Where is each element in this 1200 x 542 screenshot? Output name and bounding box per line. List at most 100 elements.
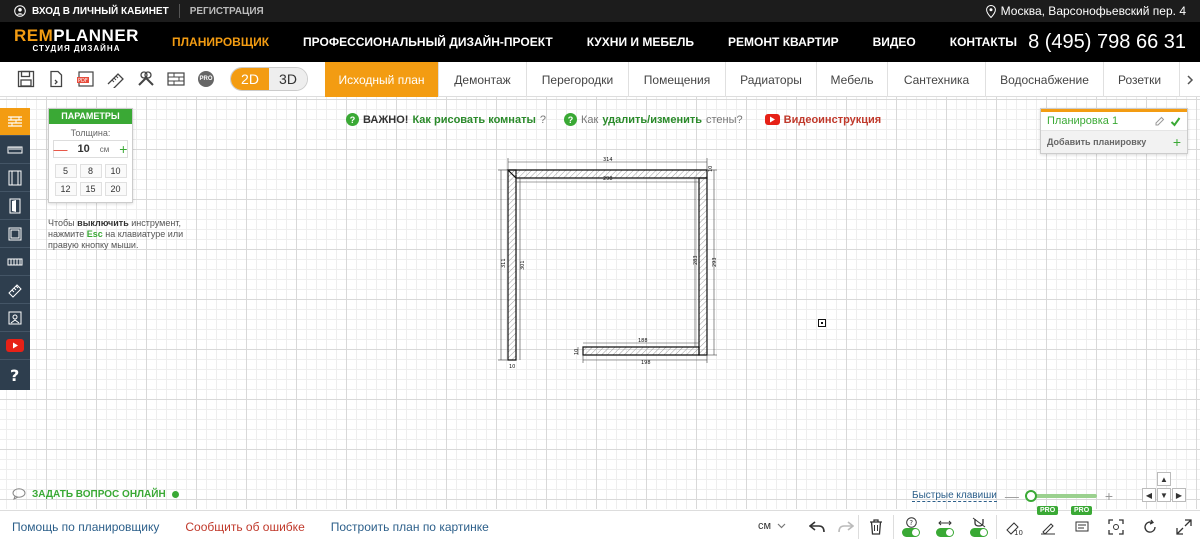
help-tool[interactable]: ?	[0, 360, 30, 390]
open-button[interactable]	[44, 67, 68, 91]
user-icon	[14, 5, 26, 17]
how-to-draw-link[interactable]: Как рисовать комнаты	[412, 114, 535, 126]
login-link[interactable]: ВХОД В ЛИЧНЫЙ КАБИНЕТ	[0, 5, 169, 17]
view-mode-toggle: 2D 3D	[230, 67, 308, 91]
partition-tool[interactable]	[0, 136, 30, 164]
thickness-decrease-button[interactable]: —	[54, 141, 68, 157]
bricks-button[interactable]	[164, 67, 188, 91]
fit-screen-button[interactable]	[1099, 512, 1133, 542]
pan-down-button[interactable]: ▼	[1157, 488, 1171, 502]
nav-item-renovation[interactable]: РЕМОНТ КВАРТИР	[728, 35, 839, 49]
delete-button[interactable]	[859, 512, 893, 542]
dimensions-toggle[interactable]	[928, 512, 962, 542]
tab-sockets[interactable]: Розетки	[1104, 62, 1180, 97]
preset-12[interactable]: 12	[54, 182, 77, 196]
zoom-slider-thumb[interactable]	[1024, 490, 1037, 502]
thickness-value[interactable]: 10	[78, 143, 90, 155]
floor-plan[interactable]: 314 298 10 311 301 283 293 188 198 10 10	[495, 150, 725, 380]
preset-20[interactable]: 20	[104, 182, 127, 196]
comment-tool[interactable]: PRO	[1065, 506, 1099, 542]
nav-item-kitchens[interactable]: КУХНИ И МЕБЕЛЬ	[587, 35, 694, 49]
ask-online-button[interactable]: ЗАДАТЬ ВОПРОС ОНЛАЙН	[12, 488, 179, 500]
pdf-icon: PDF	[77, 71, 94, 87]
nav-item-design-project[interactable]: ПРОФЕССИОНАЛЬНЫЙ ДИЗАЙН-ПРОЕКТ	[303, 35, 553, 49]
register-link[interactable]: РЕГИСТРАЦИЯ	[190, 6, 264, 17]
wall-tool[interactable]	[0, 108, 30, 136]
image-tool[interactable]	[0, 304, 30, 332]
add-layout-label: Добавить планировку	[1047, 137, 1147, 147]
snap-toggle[interactable]	[962, 512, 996, 542]
hotkeys-link[interactable]: Быстрые клавиши	[912, 490, 997, 502]
paint-tool[interactable]: PRO	[1031, 506, 1065, 542]
pan-left-button[interactable]: ◀	[1142, 488, 1156, 502]
nav-item-video[interactable]: ВИДЕО	[873, 35, 916, 49]
zoom-out-button[interactable]: —	[1005, 488, 1019, 504]
bottom-tools: ? 10 PRO PRO	[800, 506, 1200, 542]
build-from-image-link[interactable]: Построить план по картинке	[331, 520, 489, 534]
preset-10[interactable]: 10	[104, 164, 127, 178]
phone-number[interactable]: 8 (495) 798 66 31	[1028, 22, 1186, 62]
dim-left-bottom-small: 10	[509, 364, 515, 370]
zoom-slider[interactable]	[1024, 490, 1097, 502]
mode-2d-button[interactable]: 2D	[231, 68, 269, 90]
pan-right-button[interactable]: ▶	[1172, 488, 1186, 502]
pro-button[interactable]: PRO	[194, 67, 218, 91]
tab-plumbing[interactable]: Сантехника	[888, 62, 986, 97]
nav-item-contacts[interactable]: КОНТАКТЫ	[950, 35, 1017, 49]
redo-button[interactable]	[834, 512, 858, 542]
video-tool[interactable]	[0, 332, 30, 360]
delete-change-link[interactable]: удалить/изменить	[602, 114, 702, 126]
wall-right[interactable]	[698, 177, 708, 356]
wall-thickness-tool[interactable]: 10	[997, 512, 1031, 542]
pan-up-button[interactable]: ▲	[1157, 472, 1171, 486]
pencil-icon[interactable]	[1154, 116, 1165, 127]
tab-rooms[interactable]: Помещения	[629, 62, 726, 97]
add-layout-button[interactable]: Добавить планировку +	[1041, 131, 1187, 153]
tabs-scroll-right[interactable]	[1180, 62, 1200, 97]
floppy-icon	[17, 70, 35, 88]
undo-button[interactable]	[800, 512, 834, 542]
save-button[interactable]	[14, 67, 38, 91]
main-nav: REMPLANNER СТУДИЯ ДИЗАЙНА ПЛАНИРОВЩИК ПР…	[0, 22, 1200, 62]
measure-tool[interactable]	[0, 276, 30, 304]
tab-radiators[interactable]: Радиаторы	[726, 62, 817, 97]
door-open-tool[interactable]	[0, 192, 30, 220]
window-tool[interactable]	[0, 220, 30, 248]
measure-button[interactable]	[104, 67, 128, 91]
preset-5[interactable]: 5	[54, 164, 77, 178]
layout-item-1[interactable]: Планировка 1	[1041, 109, 1187, 131]
door-open-icon	[9, 198, 21, 213]
video-instruction-link[interactable]: Видеоинструкция	[784, 114, 882, 126]
unit-select[interactable]: см	[758, 520, 786, 532]
wall-bottom[interactable]	[582, 346, 700, 356]
checkmark-icon[interactable]	[1170, 116, 1181, 127]
parameters-panel: ПАРАМЕТРЫ Толщина: — 10 см + 5 8 10 12 1…	[48, 108, 133, 203]
report-error-link[interactable]: Сообщить об ошибке	[185, 520, 304, 534]
zoom-in-button[interactable]: +	[1105, 488, 1113, 504]
preset-15[interactable]: 15	[79, 182, 102, 196]
tab-furniture[interactable]: Мебель	[817, 62, 888, 97]
mode-3d-button[interactable]: 3D	[269, 68, 307, 90]
tab-demolition[interactable]: Демонтаж	[439, 62, 527, 97]
wall-left[interactable]	[507, 169, 517, 361]
preset-8[interactable]: 8	[79, 164, 102, 178]
nav-item-planner[interactable]: ПЛАНИРОВЩИК	[172, 35, 269, 49]
chevron-right-icon	[1187, 74, 1194, 85]
tools-button[interactable]	[134, 67, 158, 91]
add-layout-plus: +	[1172, 134, 1181, 150]
rotate-button[interactable]	[1133, 512, 1167, 542]
pro-badge-1: PRO	[1037, 506, 1059, 515]
window-icon	[8, 227, 22, 240]
tab-initial-plan[interactable]: Исходный план	[325, 62, 439, 97]
tab-partitions[interactable]: Перегородки	[527, 62, 629, 97]
svg-text:PDF: PDF	[78, 78, 88, 84]
hints-toggle[interactable]: ?	[894, 512, 928, 542]
radiator-tool[interactable]	[0, 248, 30, 276]
help-planner-link[interactable]: Помощь по планировщику	[12, 520, 159, 534]
tab-water-supply[interactable]: Водоснабжение	[986, 62, 1104, 97]
print-pdf-button[interactable]: PDF	[74, 67, 98, 91]
thickness-increase-button[interactable]: +	[119, 141, 127, 157]
logo[interactable]: REMPLANNER СТУДИЯ ДИЗАЙНА	[14, 27, 139, 55]
fullscreen-button[interactable]	[1167, 512, 1200, 542]
door-tool[interactable]	[0, 164, 30, 192]
